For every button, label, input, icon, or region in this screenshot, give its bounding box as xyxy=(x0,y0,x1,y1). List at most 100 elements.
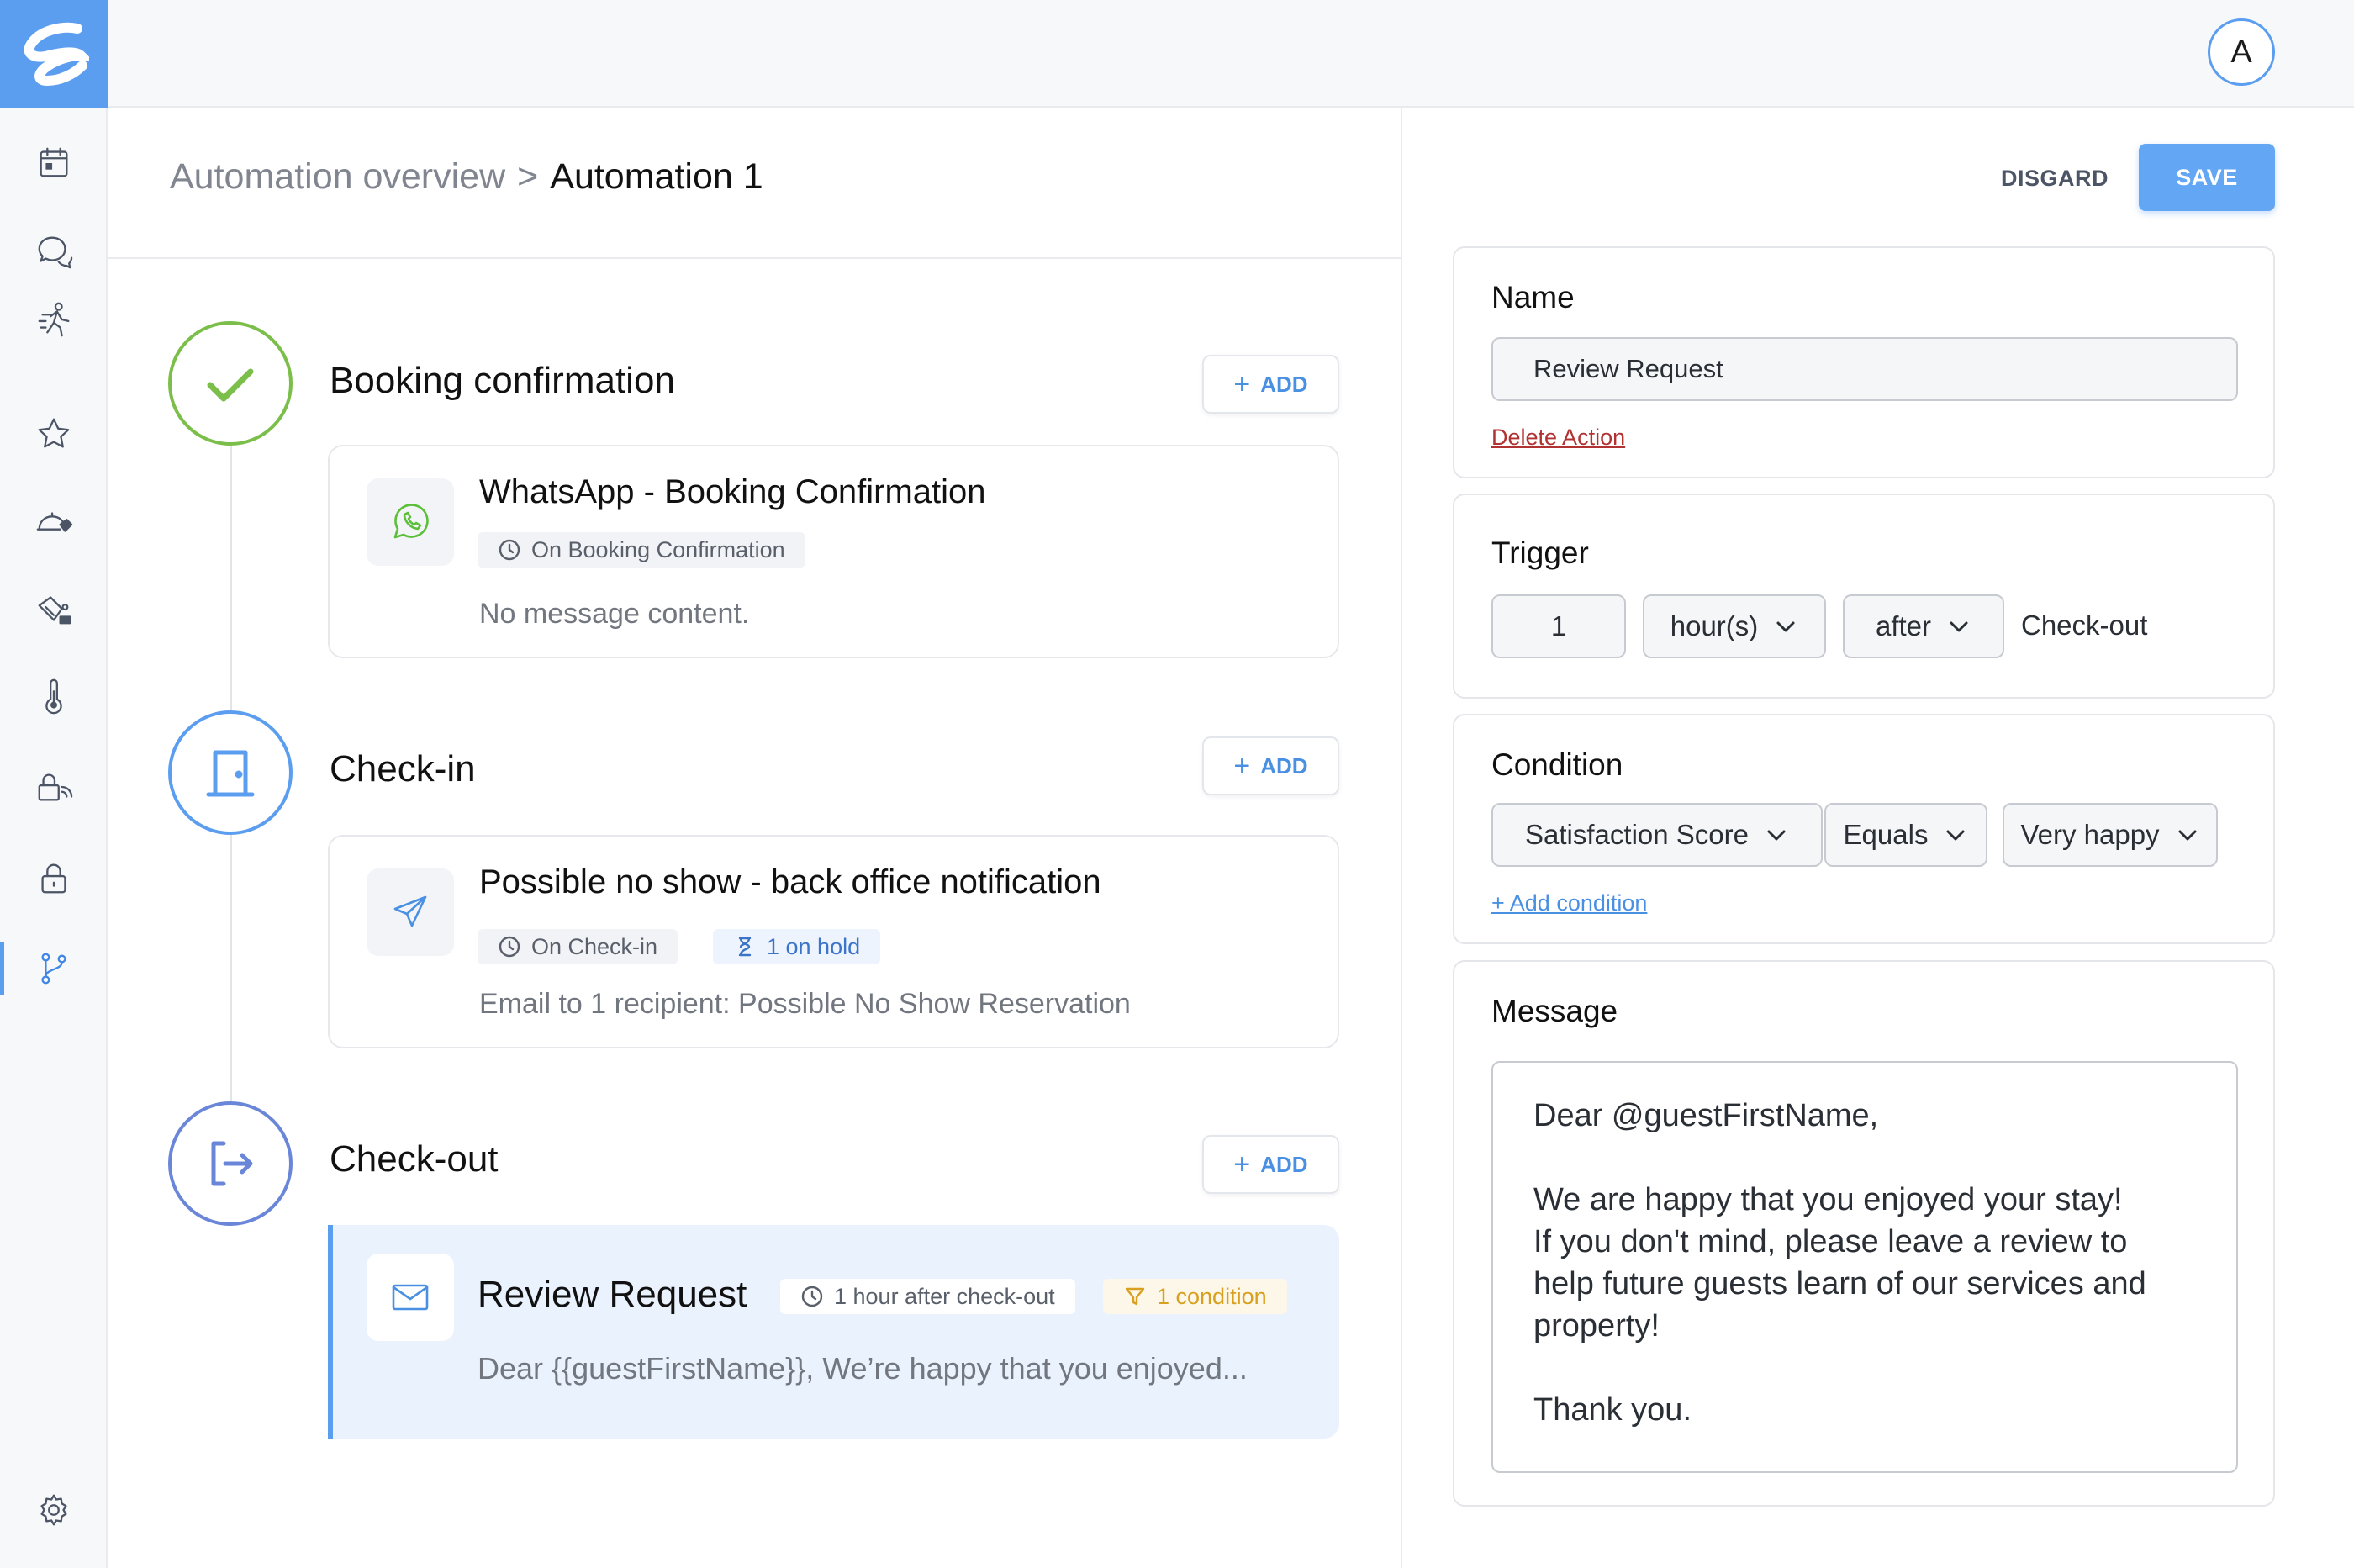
message-line-1: We are happy that you enjoyed your stay! xyxy=(1533,1182,2123,1217)
trigger-amount-input[interactable]: 1 xyxy=(1491,594,1626,658)
stage-title: Check-out xyxy=(330,1138,499,1180)
plus-icon: + xyxy=(1233,368,1251,400)
card-title: WhatsApp - Booking Confirmation xyxy=(479,473,986,510)
add-label: ADD xyxy=(1260,1151,1308,1177)
clock-icon xyxy=(499,539,520,561)
sidebar-item-chat[interactable] xyxy=(0,217,108,284)
discard-button[interactable]: DISGARD xyxy=(2001,145,2109,212)
chat-icon xyxy=(38,236,73,269)
condition-value-select[interactable]: Very happy xyxy=(2003,803,2218,867)
sidebar-item-cleaning[interactable] xyxy=(0,575,108,642)
sidebar-item-climate[interactable] xyxy=(0,663,108,730)
trigger-amount-value: 1 xyxy=(1550,610,1567,641)
stage-check-out-marker xyxy=(168,1101,293,1226)
star-icon xyxy=(38,418,70,448)
hourglass-icon xyxy=(738,937,752,957)
plus-icon: + xyxy=(1233,750,1251,782)
calendar-icon xyxy=(40,147,68,177)
condition-value-value: Very happy xyxy=(2020,819,2160,850)
add-label: ADD xyxy=(1260,371,1308,397)
stage-check-in-marker xyxy=(168,710,293,835)
trigger-label: Trigger xyxy=(1491,536,1589,570)
sidebar-item-activity[interactable] xyxy=(0,286,108,353)
trigger-chip: On Check-in xyxy=(478,929,678,964)
condition-field-select[interactable]: Satisfaction Score xyxy=(1491,803,1823,867)
door-icon xyxy=(206,750,255,797)
breadcrumb-separator: > xyxy=(517,156,539,197)
top-bar: A xyxy=(108,0,2354,108)
message-closing: Thank you. xyxy=(1533,1392,1692,1428)
plus-icon: + xyxy=(1233,1148,1251,1180)
condition-panel: Condition Satisfaction Score Equals Very… xyxy=(1453,714,2275,944)
card-icon-box xyxy=(367,478,454,566)
chevron-down-icon xyxy=(1950,621,1968,632)
thermometer-icon xyxy=(45,678,62,715)
card-message-preview: Dear {{guestFirstName}}, We’re happy tha… xyxy=(478,1351,1248,1386)
add-action-button[interactable]: + ADD xyxy=(1202,1135,1339,1194)
name-panel: Name Review Request Delete Action xyxy=(1453,246,2275,478)
sidebar-item-settings[interactable] xyxy=(0,1476,108,1544)
sidebar-item-access[interactable] xyxy=(0,753,108,821)
card-title: Possible no show - back office notificat… xyxy=(479,863,1101,900)
message-panel: Message Dear @guestFirstName, We are hap… xyxy=(1453,960,2275,1507)
breadcrumb: Automation overview > Automation 1 xyxy=(170,156,763,198)
clock-icon xyxy=(801,1286,823,1307)
card-icon-box xyxy=(367,1254,454,1341)
workflow-icon xyxy=(41,953,66,985)
name-label: Name xyxy=(1491,280,1575,314)
message-label: Message xyxy=(1491,994,1618,1028)
logo-mark-icon xyxy=(24,22,89,86)
sidebar-item-security[interactable] xyxy=(0,844,108,911)
service-tag-icon xyxy=(36,512,73,532)
sidebar xyxy=(0,0,108,1568)
breadcrumb-parent-link[interactable]: Automation overview xyxy=(170,156,505,197)
trigger-event-label: Check-out xyxy=(2021,610,2148,641)
trigger-chip-label: 1 hour after check-out xyxy=(834,1283,1055,1309)
action-card-selected[interactable]: Review Request 1 hour after check-out 1 … xyxy=(328,1225,1339,1439)
message-textarea[interactable]: Dear @guestFirstName, We are happy that … xyxy=(1491,1061,2238,1473)
panel-divider xyxy=(1401,108,1402,1568)
add-action-button[interactable]: + ADD xyxy=(1202,736,1339,795)
condition-operator-value: Equals xyxy=(1843,819,1929,850)
trigger-unit-value: hour(s) xyxy=(1670,610,1759,641)
stage-title: Check-in xyxy=(330,748,476,789)
hold-chip: 1 on hold xyxy=(713,929,881,964)
add-label: ADD xyxy=(1260,752,1308,779)
trigger-chip-label: On Check-in xyxy=(531,933,658,959)
gear-icon xyxy=(40,1494,67,1526)
sidebar-item-calendar[interactable] xyxy=(0,129,108,197)
chevron-down-icon xyxy=(1946,830,1965,841)
access-icon xyxy=(38,773,73,801)
activity-icon xyxy=(38,302,70,337)
sidebar-item-reviews[interactable] xyxy=(0,400,108,467)
breadcrumb-bar: Automation overview > Automation 1 xyxy=(108,108,1401,259)
condition-label: Condition xyxy=(1491,747,1623,782)
trigger-relation-select[interactable]: after xyxy=(1843,594,2004,658)
trigger-chip: On Booking Confirmation xyxy=(478,532,805,568)
check-icon xyxy=(207,368,254,402)
card-icon-box xyxy=(367,868,454,956)
user-avatar[interactable]: A xyxy=(2208,18,2275,86)
add-action-button[interactable]: + ADD xyxy=(1202,355,1339,414)
condition-operator-select[interactable]: Equals xyxy=(1824,803,1987,867)
save-button[interactable]: SAVE xyxy=(2139,144,2275,211)
mail-icon xyxy=(392,1284,429,1311)
sidebar-item-services[interactable] xyxy=(0,489,108,557)
action-card[interactable]: WhatsApp - Booking Confirmation On Booki… xyxy=(328,445,1339,658)
whatsapp-icon xyxy=(393,504,429,539)
clock-icon xyxy=(499,936,520,958)
brand-logo[interactable] xyxy=(0,0,108,108)
card-message-preview: No message content. xyxy=(479,598,750,630)
stage-title: Booking confirmation xyxy=(330,360,675,401)
avatar-initial: A xyxy=(2230,34,2252,70)
chevron-down-icon xyxy=(2178,830,2197,841)
action-name-input[interactable]: Review Request xyxy=(1491,337,2238,401)
add-condition-link[interactable]: + Add condition xyxy=(1491,890,1647,916)
card-title: Review Request xyxy=(478,1274,747,1315)
delete-action-link[interactable]: Delete Action xyxy=(1491,425,1625,451)
filter-icon xyxy=(1125,1287,1145,1306)
action-card[interactable]: Possible no show - back office notificat… xyxy=(328,835,1339,1048)
sidebar-item-automations[interactable] xyxy=(0,935,108,1002)
trigger-chip-label: On Booking Confirmation xyxy=(531,536,785,562)
trigger-unit-select[interactable]: hour(s) xyxy=(1643,594,1826,658)
